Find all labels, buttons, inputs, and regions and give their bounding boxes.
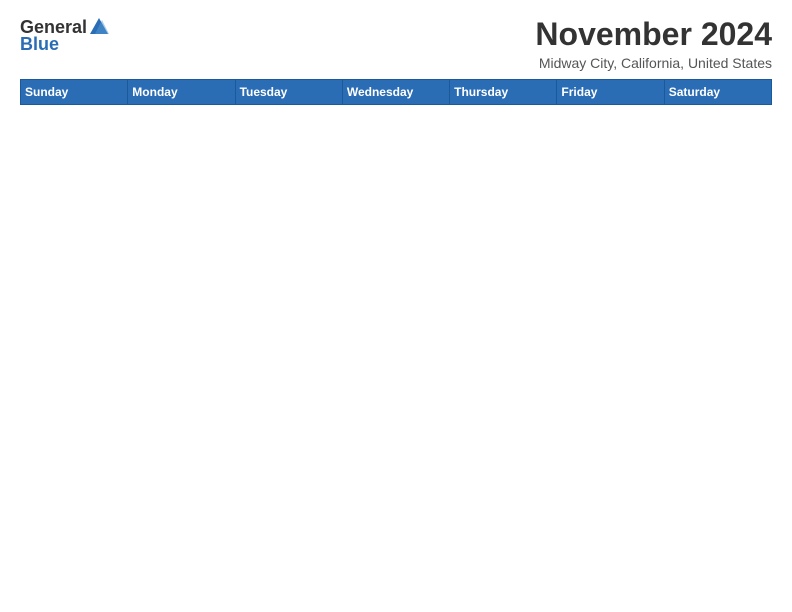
subtitle: Midway City, California, United States: [535, 55, 772, 71]
col-friday: Friday: [557, 80, 664, 105]
col-saturday: Saturday: [664, 80, 771, 105]
header: General Blue November 2024 Midway City, …: [20, 16, 772, 71]
logo: General Blue: [20, 16, 111, 55]
title-section: November 2024 Midway City, California, U…: [535, 16, 772, 71]
col-sunday: Sunday: [21, 80, 128, 105]
month-title: November 2024: [535, 16, 772, 53]
logo-blue: Blue: [20, 34, 59, 55]
logo-icon: [88, 16, 110, 38]
col-tuesday: Tuesday: [235, 80, 342, 105]
calendar-body: [21, 105, 772, 602]
col-thursday: Thursday: [450, 80, 557, 105]
calendar-header-row: Sunday Monday Tuesday Wednesday Thursday…: [21, 80, 772, 105]
col-wednesday: Wednesday: [342, 80, 449, 105]
col-monday: Monday: [128, 80, 235, 105]
calendar: Sunday Monday Tuesday Wednesday Thursday…: [20, 79, 772, 602]
page: General Blue November 2024 Midway City, …: [0, 0, 792, 612]
